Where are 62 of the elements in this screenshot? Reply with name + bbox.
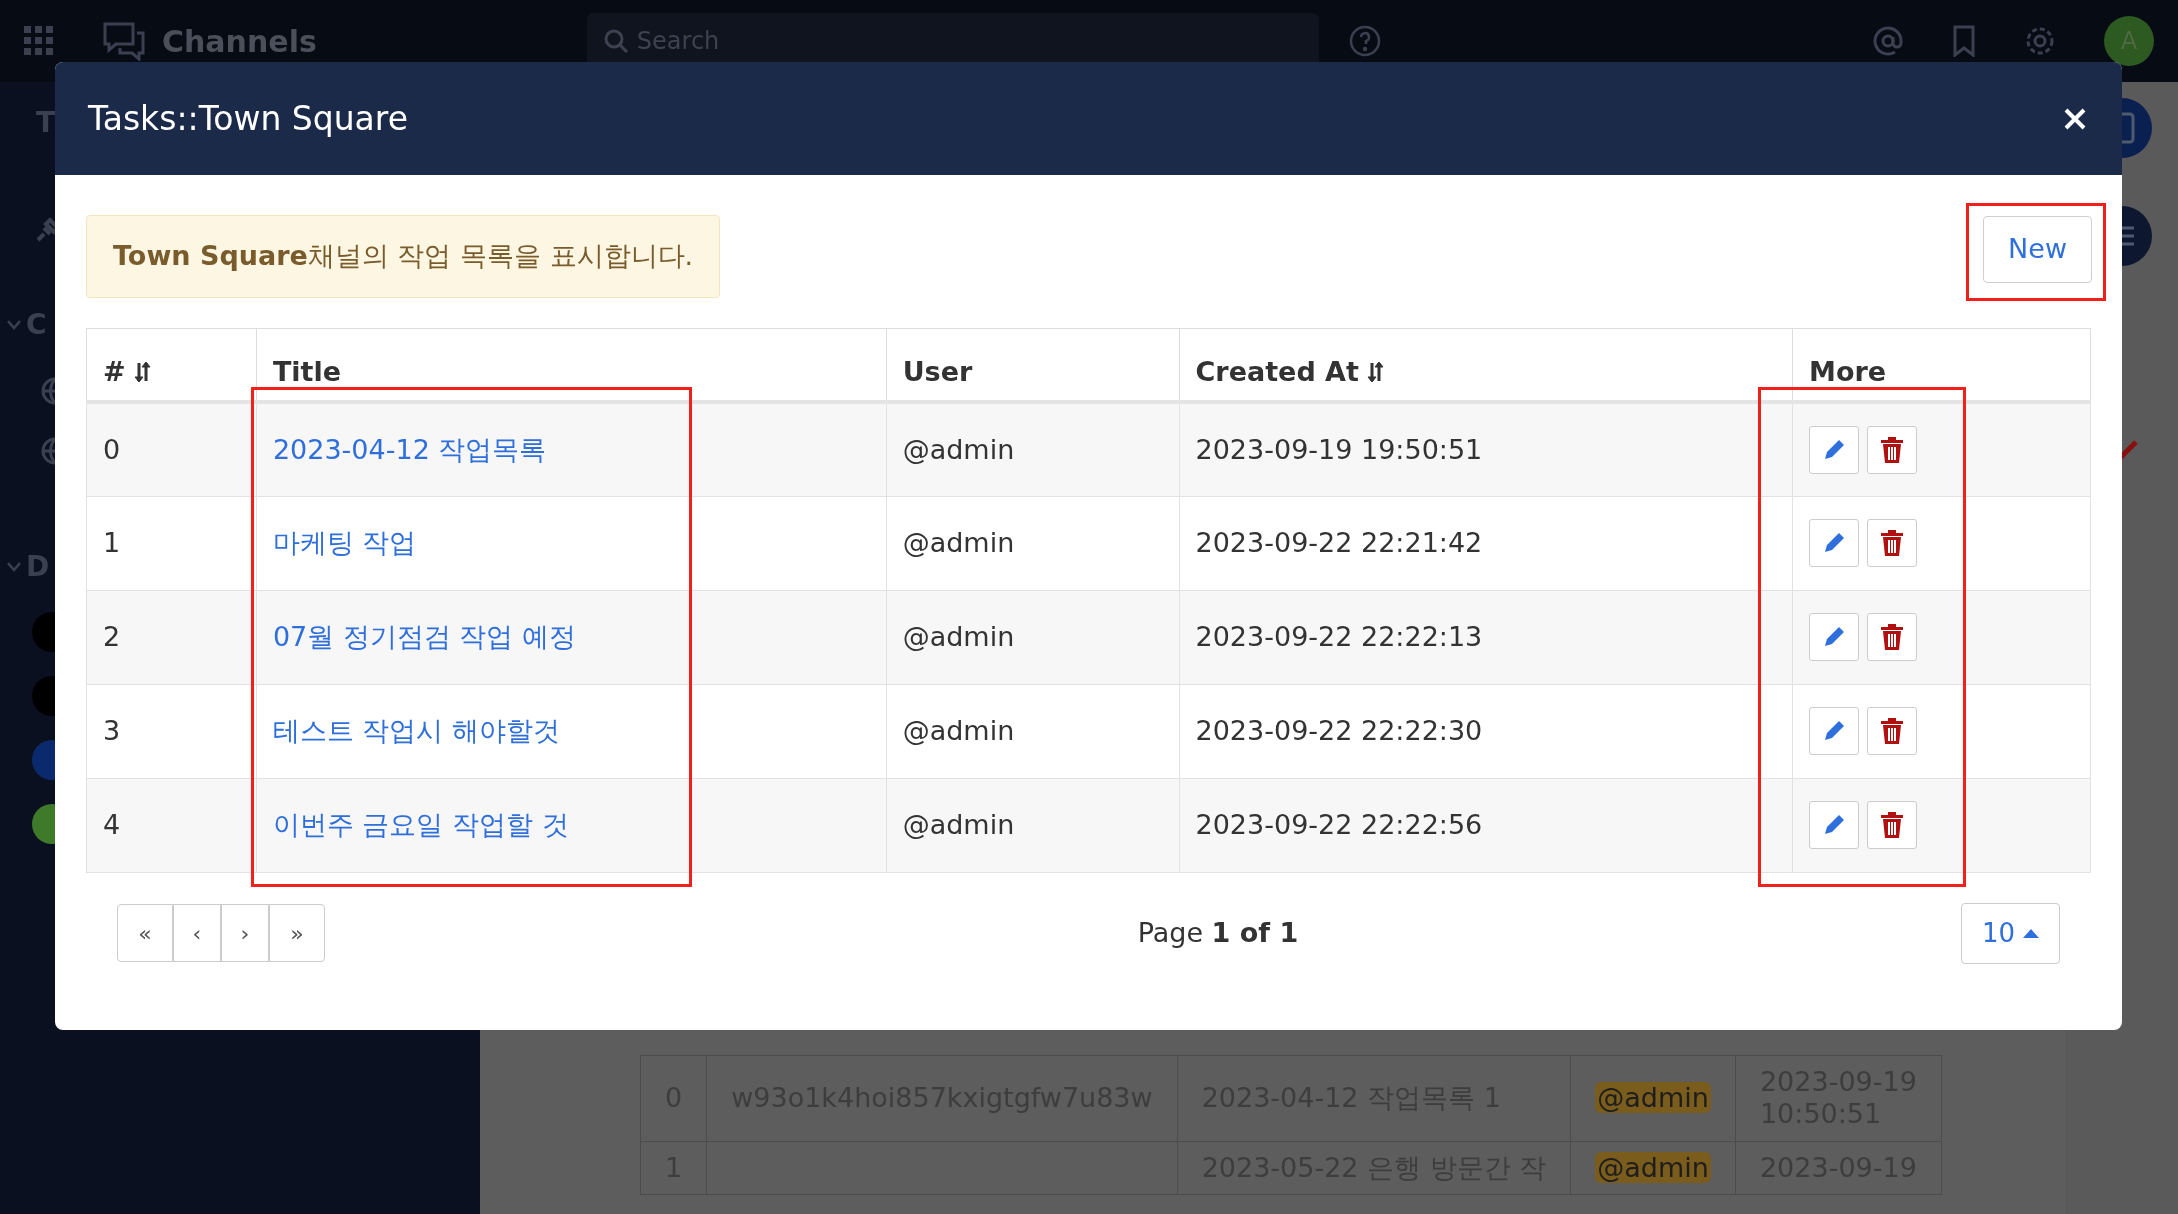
delete-button[interactable] (1867, 707, 1918, 755)
close-icon (2064, 108, 2086, 130)
table-cell: @admin (886, 684, 1179, 778)
page-nav-button[interactable]: › (221, 904, 269, 962)
pencil-icon (1822, 719, 1847, 743)
chat-bubbles-icon (102, 21, 146, 61)
task-title-link[interactable]: 07월 정기점검 작업 예정 (272, 620, 576, 652)
page-size-select[interactable]: 10 (1960, 902, 2060, 964)
column-header: # (103, 354, 126, 389)
edit-button[interactable] (1809, 801, 1860, 849)
notice-message: Town Square채널의 작업 목록을 표시합니다. (86, 215, 721, 298)
table-cell: 2023-09-22 22:22:56 (1179, 778, 1793, 872)
edit-button[interactable] (1809, 519, 1860, 567)
page-indicator: Page 1 of 1 (1137, 915, 1299, 950)
user-tag: @admin (1595, 1082, 1711, 1114)
task-title-link[interactable]: 2023-04-12 작업목록 (272, 433, 547, 465)
delete-button[interactable] (1867, 613, 1918, 661)
table-cell: 0 (86, 402, 257, 496)
table-cell: 2023-09-19 19:50:51 (1179, 402, 1793, 496)
edit-button[interactable] (1809, 613, 1860, 661)
task-title-link[interactable]: 이번주 금요일 작업할 것 (272, 808, 569, 840)
trash-icon (1881, 436, 1904, 463)
table-cell: 2 (86, 590, 257, 684)
table-cell: 4 (86, 778, 257, 872)
trash-icon (1881, 718, 1904, 744)
page-nav-button[interactable]: ‹ (173, 904, 221, 962)
table-cell: 2023-09-22 22:22:30 (1179, 684, 1793, 778)
pencil-icon (1822, 531, 1847, 555)
table-cell: @admin (886, 778, 1179, 872)
app-title: Channels (162, 22, 317, 61)
pencil-icon (1822, 625, 1847, 649)
table-cell: 2023-09-22 22:22:13 (1179, 590, 1793, 684)
table-cell: @admin (886, 590, 1179, 684)
page-nav-button[interactable]: « (117, 904, 173, 962)
caret-up-icon (2023, 928, 2039, 938)
trash-icon (1881, 812, 1904, 838)
trash-icon (1881, 530, 1904, 556)
pencil-icon (1822, 813, 1847, 837)
sort-icon[interactable] (1366, 360, 1385, 383)
pencil-icon (1822, 437, 1847, 462)
delete-button[interactable] (1867, 801, 1918, 849)
new-button[interactable]: New (1983, 216, 2092, 283)
column-header: Title (272, 354, 342, 389)
search-icon (602, 28, 629, 54)
column-header: Created At (1195, 354, 1359, 389)
trash-icon (1881, 624, 1904, 650)
task-title-link[interactable]: 마케팅 작업 (272, 526, 417, 558)
modal-title: Tasks::Town Square (88, 97, 408, 140)
table-cell: @admin (886, 402, 1179, 496)
delete-button[interactable] (1867, 425, 1918, 474)
column-header: User (902, 354, 973, 389)
edit-button[interactable] (1809, 425, 1860, 474)
close-button[interactable] (2064, 106, 2086, 131)
column-header: More (1809, 354, 1887, 389)
table-cell: 2023-09-22 22:21:42 (1179, 496, 1793, 590)
table-cell: @admin (886, 496, 1179, 590)
page-nav-button[interactable]: » (269, 904, 325, 962)
sort-icon[interactable] (133, 360, 152, 383)
edit-button[interactable] (1809, 707, 1860, 755)
user-tag: @admin (1595, 1151, 1711, 1183)
task-title-link[interactable]: 테스트 작업시 해야할것 (272, 714, 561, 746)
delete-button[interactable] (1867, 519, 1918, 567)
